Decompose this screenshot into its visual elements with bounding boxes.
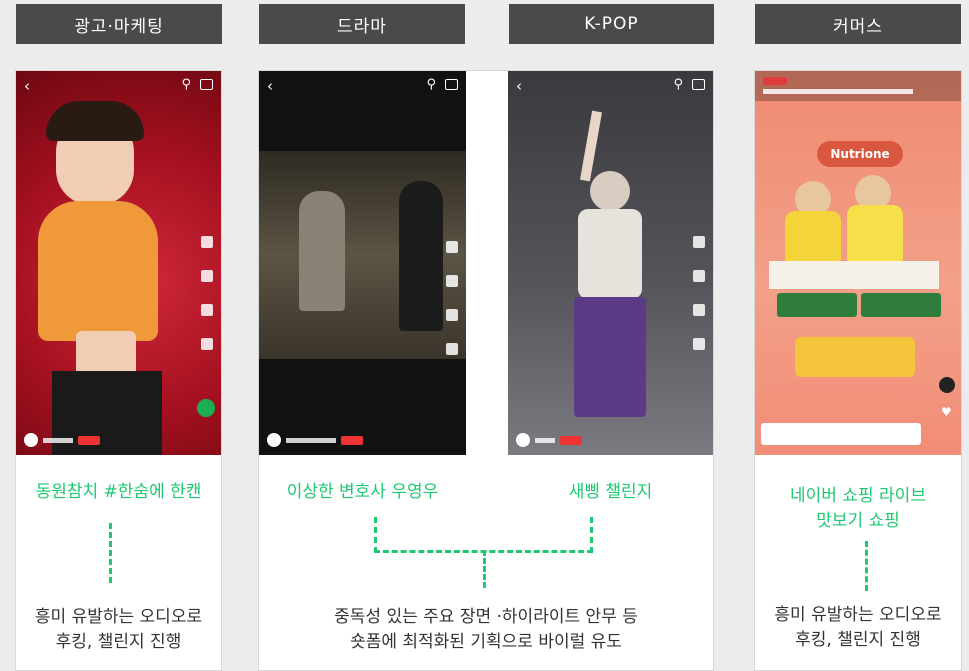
shared-desc-line1: 중독성 있는 주요 장면 ·하이라이트 안무 등 (334, 607, 638, 627)
person-top (38, 201, 158, 341)
share-icon[interactable] (693, 338, 705, 350)
avatar (516, 433, 530, 447)
ad-video-thumbnail[interactable]: ‹ ⚲ (16, 71, 221, 455)
product-shelf (769, 261, 939, 289)
subscribe-button[interactable] (78, 435, 100, 445)
person-hair (46, 101, 144, 141)
commerce-video-thumbnail[interactable]: Nutrione ♥ (755, 71, 961, 455)
drama-video-thumbnail[interactable]: ‹ ⚲ (259, 71, 466, 455)
ad-desc-line2: 후킹, 챌린지 진행 (55, 632, 182, 652)
live-title-bar (763, 89, 913, 94)
dancer-left (299, 191, 345, 311)
dancer-pants (574, 297, 646, 417)
header-ad-marketing: 광고·마케팅 (16, 4, 222, 44)
video-topbar: ‹ ⚲ (259, 77, 466, 95)
commerce-desc-line1: 흥미 유발하는 오디오로 (774, 605, 942, 625)
back-icon[interactable]: ‹ (267, 77, 273, 95)
commerce-title-line1: 네이버 쇼핑 라이브 (790, 486, 926, 506)
channel-row (267, 433, 363, 447)
back-icon[interactable]: ‹ (24, 77, 30, 95)
kpop-connector (590, 517, 593, 553)
dancer-arm (579, 110, 603, 182)
camera-icon[interactable] (200, 79, 213, 90)
video-topbar: ‹ ⚲ (508, 77, 713, 95)
card-drama-kpop: ‹ ⚲ ‹ ⚲ 이상한 변호사 우영우 새삥 챌린지 중독성 있는 주요 장면 … (258, 70, 714, 671)
center-connector (483, 550, 486, 588)
comment-icon[interactable] (446, 309, 458, 321)
search-icon[interactable]: ⚲ (181, 77, 191, 92)
action-rail (691, 236, 707, 350)
live-badge (763, 77, 787, 85)
commerce-desc-line2: 후킹, 챌린지 진행 (795, 630, 921, 650)
card-ad-marketing: ‹ ⚲ 동원참치 #한숨에 한캔 흥미 유발하는 오디오로 후킹, 챌린지 진행 (15, 70, 222, 671)
kpop-title: 새삥 챌린지 (568, 482, 653, 502)
product-card[interactable] (761, 423, 921, 445)
dancer-right (399, 181, 443, 331)
video-topbar: ‹ ⚲ (16, 77, 221, 95)
remix-icon[interactable] (197, 399, 215, 417)
search-icon[interactable]: ⚲ (426, 77, 436, 92)
subscribe-button[interactable] (341, 435, 363, 445)
channel-name (286, 437, 336, 443)
commerce-title-line2: 맛보기 쇼핑 (816, 511, 900, 531)
kpop-video-thumbnail[interactable]: ‹ ⚲ (508, 71, 713, 455)
product-tag-right (861, 293, 941, 317)
host-left-body (785, 211, 841, 261)
live-header (755, 71, 961, 101)
comment-icon[interactable] (693, 304, 705, 316)
shared-desc-line2: 숏폼에 최적화된 기획으로 바이럴 유도 (350, 632, 622, 652)
dislike-icon[interactable] (446, 275, 458, 287)
header-kpop: K-POP (509, 4, 714, 44)
channel-name (43, 437, 73, 443)
like-icon[interactable] (201, 236, 213, 248)
ad-desc-line1: 흥미 유발하는 오디오로 (34, 607, 203, 627)
channel-name (535, 437, 555, 443)
drama-title: 이상한 변호사 우영우 (286, 482, 439, 502)
channel-row (516, 433, 582, 447)
ad-connector (109, 523, 112, 583)
drama-connector (374, 517, 377, 553)
share-icon[interactable] (201, 338, 213, 350)
card-commerce: Nutrione ♥ 네이버 쇼핑 라이브 맛보기 쇼핑 흥미 유발하는 오디오… (754, 70, 962, 671)
action-rail (199, 236, 215, 350)
avatar (267, 433, 281, 447)
like-icon[interactable] (693, 236, 705, 248)
avatar (24, 433, 38, 447)
comment-icon[interactable] (201, 304, 213, 316)
brand-logo: Nutrione (817, 141, 903, 167)
subscribe-button[interactable] (560, 435, 582, 445)
dislike-icon[interactable] (201, 270, 213, 282)
camera-icon[interactable] (445, 79, 458, 90)
host-right-body (847, 205, 903, 261)
ad-title: 동원참치 #한숨에 한캔 (35, 482, 202, 502)
action-rail (444, 241, 460, 355)
back-icon[interactable]: ‹ (516, 77, 522, 95)
heart-icon[interactable]: ♥ (941, 405, 955, 419)
promo-banner (795, 337, 915, 377)
commerce-connector (865, 541, 868, 591)
channel-row (24, 433, 100, 447)
search-icon[interactable]: ⚲ (673, 77, 683, 92)
camera-icon[interactable] (692, 79, 705, 90)
dancer-body (578, 209, 642, 299)
live-icon[interactable] (939, 377, 955, 393)
header-drama: 드라마 (259, 4, 465, 44)
share-icon[interactable] (446, 343, 458, 355)
drama-scene (259, 151, 466, 359)
dislike-icon[interactable] (693, 270, 705, 282)
like-icon[interactable] (446, 241, 458, 253)
header-commerce: 커머스 (755, 4, 961, 44)
dancer-head (590, 171, 630, 211)
product-tag-left (777, 293, 857, 317)
